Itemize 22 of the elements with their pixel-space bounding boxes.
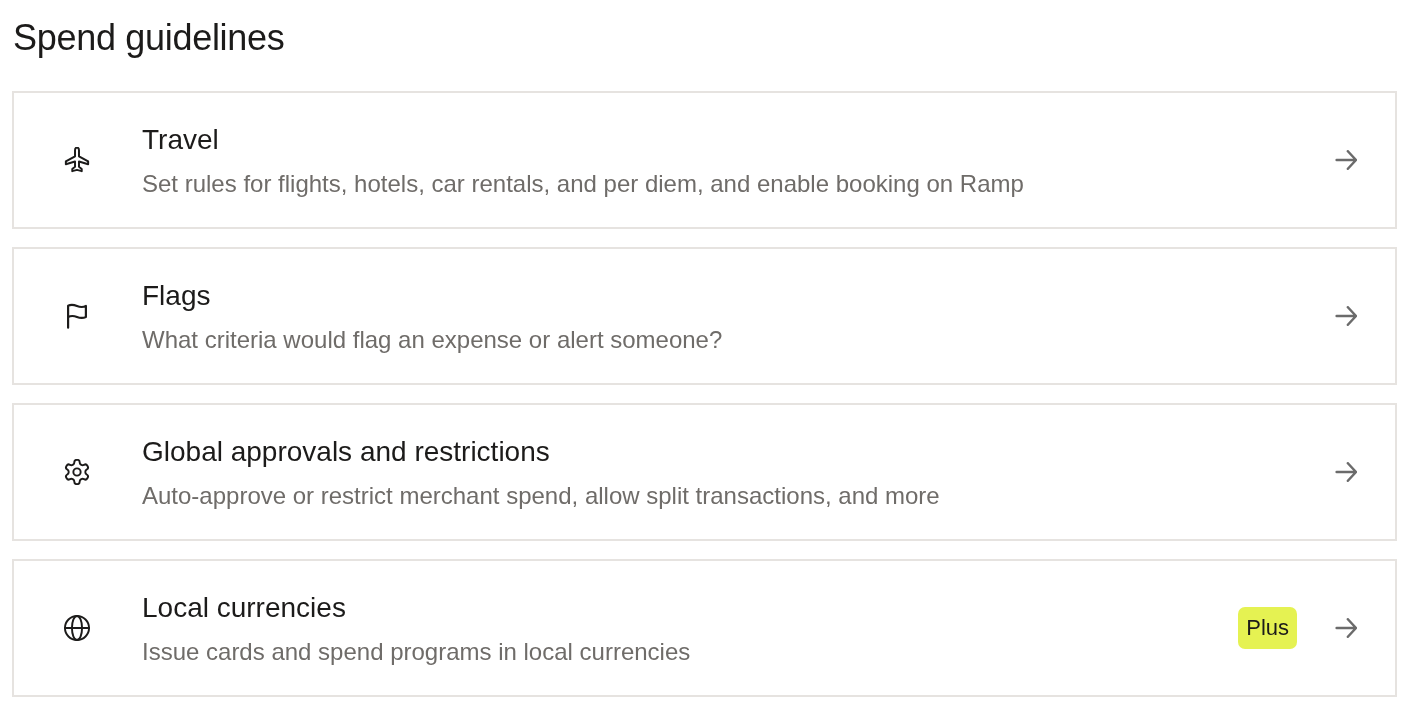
card-description: Issue cards and spend programs in local currencies bbox=[142, 636, 691, 667]
arrow-right-icon bbox=[1335, 306, 1357, 326]
flag-icon bbox=[64, 303, 90, 329]
guideline-card[interactable]: Travel Set rules for flights, hotels, car rentals, and per diem, and enable booking on Ramp bbox=[12, 91, 1397, 229]
card-title: Global approvals and restrictions bbox=[142, 434, 550, 469]
arrow-right-icon bbox=[1335, 462, 1357, 482]
card-description: What criteria would flag an expense or alert someone? bbox=[142, 324, 723, 355]
card-title: Flags bbox=[142, 278, 211, 313]
arrow-right-icon bbox=[1335, 150, 1357, 170]
guideline-card[interactable]: Global approvals and restrictions Auto-approve or restrict merchant spend, allow split transactions, and more bbox=[12, 403, 1397, 541]
card-title: Travel bbox=[142, 122, 219, 157]
plan-badge: Plus bbox=[1238, 607, 1297, 649]
card-description: Set rules for flights, hotels, car rentals, and per diem, and enable booking on Ramp bbox=[142, 168, 1024, 199]
globe-icon bbox=[64, 615, 90, 641]
arrow-right-icon bbox=[1335, 618, 1357, 638]
card-title: Local currencies bbox=[142, 590, 346, 625]
guideline-card[interactable]: Flags What criteria would flag an expense or alert someone? bbox=[12, 247, 1397, 385]
gear-icon bbox=[64, 459, 90, 485]
airplane-icon bbox=[64, 147, 90, 173]
card-description: Auto-approve or restrict merchant spend, allow split transactions, and more bbox=[142, 480, 940, 511]
guideline-card[interactable]: Local currencies Issue cards and spend programs in local currencies Plus bbox=[12, 559, 1397, 697]
page-heading: Spend guidelines bbox=[13, 16, 286, 60]
